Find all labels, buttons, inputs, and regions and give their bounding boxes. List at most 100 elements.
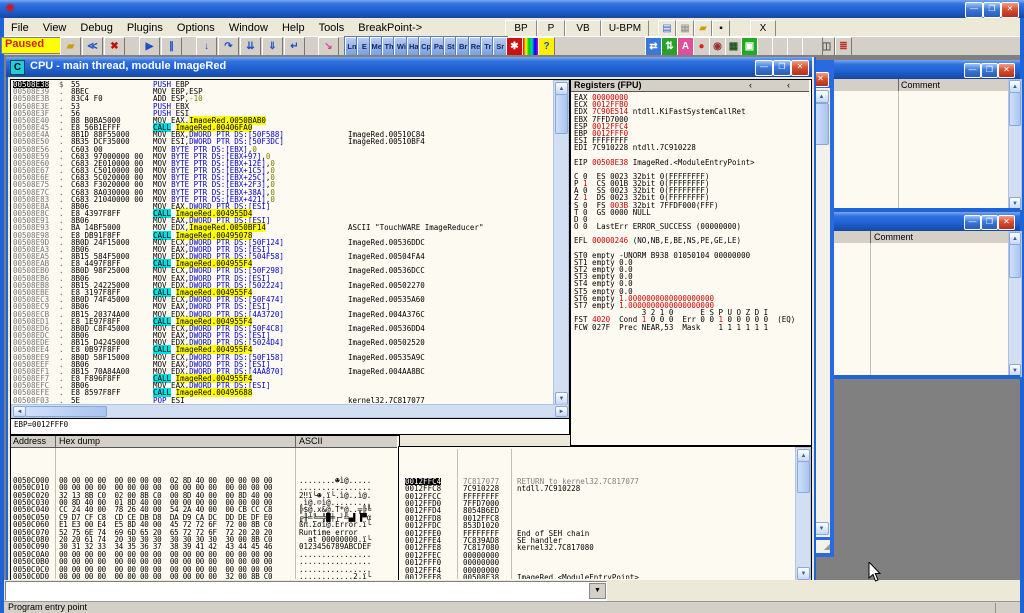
- console-icon[interactable]: ▪: [712, 20, 730, 37]
- plugin-button-u-bpm[interactable]: U-BPM: [601, 20, 649, 37]
- swap-panes-icon[interactable]: ⇄: [645, 37, 662, 56]
- disasm-row[interactable]: 00508EB0.8B0D 98F25000MOV ECX,DWORD PTR …: [11, 267, 552, 274]
- stack-row[interactable]: 0012FFF800508E38ImageRed.<ModuleEntryPoi…: [399, 574, 793, 579]
- binary-grid-icon[interactable]: ▦: [725, 37, 742, 56]
- menu-window[interactable]: Window: [222, 19, 275, 37]
- menu-plugins[interactable]: Plugins: [120, 19, 170, 37]
- spiral-icon[interactable]: ◉: [709, 37, 726, 56]
- scroll-up-button[interactable]: ▲: [814, 90, 829, 103]
- minimize-button[interactable]: —: [755, 60, 773, 76]
- stack-row[interactable]: 0012FFD80012FFC8: [399, 515, 793, 522]
- dump-header-hex[interactable]: Hex dump: [59, 436, 100, 446]
- pause-button[interactable]: ∥: [161, 37, 182, 56]
- step-over-button[interactable]: ↷: [218, 37, 239, 56]
- stack-row[interactable]: 0012FFDC853D1020: [399, 522, 793, 529]
- plugin-bar-close-button[interactable]: X: [750, 20, 776, 37]
- go-to-button[interactable]: ↘: [318, 37, 339, 56]
- folder-icon[interactable]: ▰: [694, 20, 712, 37]
- register-line[interactable]: FCW 027F Prec NEAR,53 Mask 1 1 1 1 1 1: [574, 324, 807, 331]
- close-icon[interactable]: ✕: [998, 63, 1015, 78]
- disasm-row[interactable]: 00508ED6.8B0D C8F45000MOV ECX,DWORD PTR …: [11, 325, 552, 332]
- disasm-vertical-scrollbar[interactable]: ▲ ▼: [553, 80, 569, 406]
- comment-column-header[interactable]: Comment: [901, 80, 940, 90]
- stack-row[interactable]: 0012FFC87C910228ntdll.7C910228: [399, 485, 793, 492]
- help-icon[interactable]: ?: [538, 37, 555, 56]
- maximize-button[interactable]: ❐: [981, 215, 998, 230]
- stack-row[interactable]: 0012FFE47C839AD8SE handler: [399, 537, 793, 544]
- vertical-scrollbar[interactable]: ▲ ▼: [1008, 79, 1022, 210]
- command-combobox[interactable]: ▼: [5, 581, 607, 601]
- disasm-row[interactable]: 00508E9D.8B0D 24F15000MOV ECX,DWORD PTR …: [11, 239, 552, 246]
- disasm-row[interactable]: 00508E83.C683 21040000 00MOV BYTE PTR DS…: [11, 196, 552, 203]
- menu-tools[interactable]: Tools: [312, 19, 352, 37]
- notes-icon[interactable]: ▤: [658, 20, 676, 37]
- plugin-button-p[interactable]: P: [537, 20, 565, 37]
- resize-grip[interactable]: ◢: [814, 540, 830, 553]
- menu-debug[interactable]: Debug: [73, 19, 119, 37]
- minimize-button[interactable]: —: [964, 215, 981, 230]
- animate-over-button[interactable]: ⇓: [262, 37, 283, 56]
- calc-icon[interactable]: ▦: [676, 20, 694, 37]
- disasm-row[interactable]: 00508EC3.8B0D 74F45000MOV ECX,DWORD PTR …: [11, 296, 552, 303]
- disasm-row[interactable]: 00508EFE.E8 8597F8FFCALL ImageRed.004956…: [11, 389, 552, 396]
- maximize-button[interactable]: ❐: [981, 63, 998, 78]
- restore-button[interactable]: ❐: [983, 2, 1001, 18]
- dump-row[interactable]: 0050C0D000 00 00 00 00 00 00 00 00 00 00…: [11, 573, 397, 579]
- disasm-row[interactable]: 00508E38$55PUSH EBP: [11, 81, 552, 88]
- dump-header-ascii[interactable]: ASCII: [299, 436, 323, 446]
- stack-row[interactable]: 0012FFE0FFFFFFFFEnd of SEH chain: [399, 530, 793, 537]
- menu-options[interactable]: Options: [170, 19, 222, 37]
- green-window-icon[interactable]: ▣: [741, 37, 758, 56]
- close-icon[interactable]: ✕: [998, 215, 1015, 230]
- close-icon[interactable]: ✕: [791, 60, 809, 76]
- run-button[interactable]: ▶: [139, 37, 160, 56]
- menu-help[interactable]: Help: [275, 19, 312, 37]
- disasm-row[interactable]: 00508EF7.E8 F896F8FFCALL ImageRed.004955…: [11, 375, 552, 382]
- comment-window-bottom-content[interactable]: [834, 243, 1008, 375]
- disasm-row[interactable]: 00508E8C.E8 4397F8FFCALL ImageRed.004955…: [11, 210, 552, 217]
- letter-a-icon[interactable]: A: [677, 37, 694, 56]
- options-gear-icon[interactable]: ✱: [506, 37, 523, 56]
- register-line[interactable]: T 0 GS 0000 NULL: [574, 209, 807, 216]
- main-titlebar[interactable]: ✺ — ❐ ✕: [0, 0, 1024, 18]
- disasm-row[interactable]: 00508E3B.83C4 F0ADD ESP,-10: [11, 95, 552, 102]
- animate-into-button[interactable]: ⇊: [240, 37, 261, 56]
- stack-row[interactable]: 0012FFE87C817080kernel32.7C817080: [399, 544, 793, 551]
- vertical-scrollbar[interactable]: ▲ ▼: [1008, 231, 1022, 377]
- stack-row[interactable]: 0012FFC47C817077RETURN to kernel32.7C817…: [399, 478, 793, 485]
- collapse-button[interactable]: ‹: [787, 80, 790, 90]
- combobox-dropdown-button[interactable]: ▼: [589, 583, 606, 599]
- register-line[interactable]: O 0 LastErr ERROR_SUCCESS (00000000): [574, 223, 807, 230]
- close-button[interactable]: ✕: [1001, 2, 1019, 18]
- register-line[interactable]: EDI 7C910228 ntdll.7C910228: [574, 144, 807, 151]
- menu-file[interactable]: File: [4, 19, 36, 37]
- plugin-button-bp[interactable]: BP: [505, 20, 537, 37]
- close-program-button[interactable]: ✖: [104, 37, 125, 56]
- comment-column-header[interactable]: Comment: [874, 232, 913, 242]
- restart-button[interactable]: ≪: [82, 37, 103, 56]
- stack-row[interactable]: 0012FFD07FFD7000: [399, 500, 793, 507]
- stack-row[interactable]: 0012FFF000000000: [399, 559, 793, 566]
- minimize-button[interactable]: —: [965, 2, 983, 18]
- record-icon[interactable]: ●: [693, 37, 710, 56]
- disasm-row[interactable]: 00508E3E.53PUSH EBX: [11, 103, 552, 110]
- stack-vertical-scrollbar[interactable]: ▲ ▼: [795, 447, 811, 581]
- collapse-button[interactable]: ‹: [749, 80, 752, 90]
- maximize-button[interactable]: ❐: [773, 60, 791, 76]
- minimize-button[interactable]: —: [964, 63, 981, 78]
- register-line[interactable]: EIP 00508E38 ImageRed.<ModuleEntryPoint>: [574, 159, 807, 166]
- disasm-row[interactable]: 00508EE9.8B0D 58F15000MOV ECX,DWORD PTR …: [11, 354, 552, 361]
- scrollbar-thumb[interactable]: [814, 103, 829, 145]
- register-line[interactable]: EFL 00000246 (NO,NB,E,BE,NS,PE,GE,LE): [574, 237, 807, 244]
- layout-two-icon[interactable]: ≣: [835, 37, 852, 56]
- stack-row[interactable]: 0012FFCCFFFFFFFF: [399, 493, 793, 500]
- disasm-row[interactable]: 00508F03.5EPOP ESIkernel32.7C817077: [11, 397, 552, 404]
- dump-header-address[interactable]: Address: [13, 436, 46, 446]
- exec-till-return-button[interactable]: ↵: [284, 37, 305, 56]
- scroll-down-button[interactable]: ▼: [814, 522, 829, 535]
- disasm-horizontal-scrollbar[interactable]: ◄ ►: [11, 404, 569, 418]
- step-into-button[interactable]: ↓: [196, 37, 217, 56]
- stack-row[interactable]: 0012FFEC00000000: [399, 552, 793, 559]
- menu-view[interactable]: View: [36, 19, 74, 37]
- open-file-button[interactable]: ▰: [60, 37, 81, 56]
